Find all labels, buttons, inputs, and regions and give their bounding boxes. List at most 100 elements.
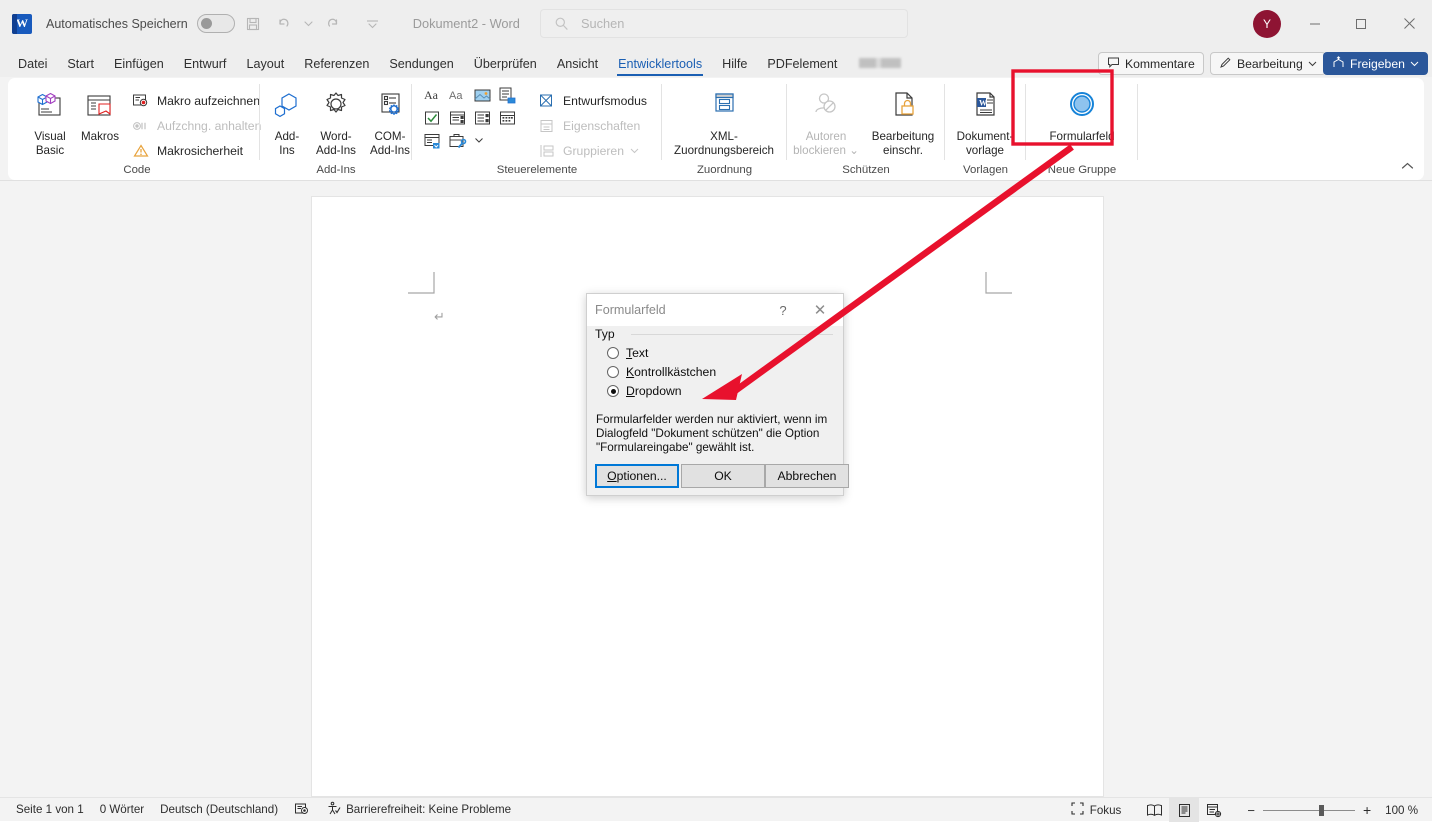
word-count[interactable]: 0 Wörter: [100, 803, 144, 816]
share-button[interactable]: Freigeben: [1323, 52, 1428, 75]
word-app-icon: W: [12, 13, 32, 34]
document-template-button[interactable]: W Dokument-vorlage: [945, 84, 1025, 157]
collapse-ribbon-button[interactable]: [1401, 158, 1414, 176]
legacy-tools-chevron-down-icon[interactable]: [474, 132, 484, 150]
record-macro-button[interactable]: Makro aufzeichnen: [130, 88, 260, 113]
visual-basic-label: Visual Basic: [34, 130, 66, 157]
zoom-slider[interactable]: − +: [1237, 802, 1371, 818]
tab-ansicht[interactable]: Ansicht: [547, 57, 608, 77]
restrict-editing-button[interactable]: Bearbeitung einschr.: [863, 84, 943, 157]
autosave-toggle[interactable]: [196, 14, 235, 33]
avatar[interactable]: Y: [1253, 10, 1281, 38]
save-button[interactable]: [239, 10, 267, 38]
accessibility-status[interactable]: Barrierefreiheit: Keine Probleme: [326, 801, 511, 819]
ok-button[interactable]: OK: [681, 464, 765, 488]
tab-sendungen[interactable]: Sendungen: [379, 57, 463, 77]
window-close-button[interactable]: [1386, 0, 1432, 47]
svg-text:W: W: [979, 99, 987, 108]
options-button[interactable]: Optionen...: [595, 464, 679, 488]
combo-box-content-control-icon[interactable]: [447, 107, 468, 128]
zoom-track[interactable]: [1262, 804, 1355, 816]
tab-entwicklertools[interactable]: Entwicklertools: [608, 57, 712, 77]
zoom-level[interactable]: 100 %: [1385, 804, 1418, 817]
add-ins-button[interactable]: Add- Ins: [264, 84, 310, 157]
building-block-gallery-icon[interactable]: [497, 84, 518, 105]
search-box[interactable]: Suchen: [540, 9, 908, 38]
checkbox-content-control-icon[interactable]: [422, 107, 443, 128]
zoom-out-button[interactable]: −: [1247, 803, 1255, 818]
form-field-dialog[interactable]: Formularfeld ? ✕ Typ Text Kontrollkästch…: [586, 293, 849, 496]
tab-einfuegen[interactable]: Einfügen: [104, 57, 174, 77]
rich-text-content-control-icon[interactable]: Aa: [422, 84, 443, 105]
language-indicator[interactable]: Deutsch (Deutschland): [160, 803, 278, 816]
plain-text-content-control-icon[interactable]: Aa: [447, 84, 468, 105]
margin-mark-top-right: [985, 272, 1012, 294]
tab-referenzen[interactable]: Referenzen: [294, 57, 379, 77]
visual-basic-button[interactable]: Visual Basic: [22, 84, 78, 157]
picture-content-control-icon[interactable]: [472, 84, 493, 105]
dialog-help-button[interactable]: ?: [769, 294, 797, 326]
undo-dropdown-icon[interactable]: [303, 10, 315, 38]
word-add-ins-button[interactable]: Word- Add-Ins: [308, 84, 364, 157]
group-label-steuerelemente: Steuerelemente: [496, 164, 578, 176]
ribbon-group-schuetzen: Autoren blockieren ⌄ Bearbeitung einschr. …: [787, 80, 945, 178]
undo-button[interactable]: [271, 10, 299, 38]
xml-mapping-pane-button[interactable]: XML- Zuordnungsbereich: [664, 84, 784, 157]
group-label-add-ins: Add-Ins: [316, 164, 356, 176]
document-page[interactable]: ↵: [311, 196, 1104, 797]
tab-pdfelement[interactable]: PDFelement: [757, 57, 847, 77]
tab-entwurf[interactable]: Entwurf: [174, 57, 237, 77]
content-controls-grid: Aa Aa: [422, 84, 522, 151]
read-mode-button[interactable]: [1139, 798, 1169, 822]
zoom-thumb[interactable]: [1318, 804, 1324, 816]
radio-text-label: Text: [626, 346, 649, 360]
dropdown-list-content-control-icon[interactable]: [472, 107, 493, 128]
macros-button[interactable]: Makros: [76, 84, 124, 144]
tab-start[interactable]: Start: [57, 57, 104, 77]
radio-text[interactable]: Text: [607, 346, 648, 360]
web-layout-button[interactable]: [1199, 798, 1229, 822]
document-template-label: Dokument-vorlage: [956, 130, 1014, 157]
macros-label: Makros: [80, 130, 119, 143]
radio-indicator[interactable]: [607, 385, 619, 397]
radio-kontrollkaestchen[interactable]: Kontrollkästchen: [607, 365, 716, 379]
form-field-button[interactable]: Formularfeld: [1030, 84, 1134, 144]
legacy-tools-icon[interactable]: [447, 130, 468, 151]
cancel-button[interactable]: Abbrechen: [765, 464, 849, 488]
type-group-label: Typ: [595, 327, 620, 341]
radio-indicator[interactable]: [607, 366, 619, 378]
radio-indicator[interactable]: [607, 347, 619, 359]
zoom-in-button[interactable]: +: [1363, 802, 1371, 818]
repeating-section-content-control-icon[interactable]: [422, 130, 443, 151]
com-add-ins-button[interactable]: COM- Add-Ins: [362, 84, 418, 157]
dialog-close-button[interactable]: ✕: [803, 294, 837, 326]
status-bar: Seite 1 von 1 0 Wörter Deutsch (Deutschl…: [0, 797, 1432, 822]
tab-obscured[interactable]: [859, 58, 902, 68]
chevron-down-icon: [1410, 57, 1419, 71]
design-mode-button[interactable]: Entwurfsmodus: [536, 88, 647, 113]
radio-dropdown[interactable]: Dropdown: [607, 384, 682, 398]
date-picker-content-control-icon[interactable]: [497, 107, 518, 128]
customize-qat-button[interactable]: [359, 10, 387, 38]
page-count[interactable]: Seite 1 von 1: [16, 803, 84, 816]
window-minimize-button[interactable]: [1292, 0, 1338, 47]
tab-datei[interactable]: Datei: [8, 57, 57, 77]
group-label-schuetzen: Schützen: [842, 164, 890, 176]
redo-button[interactable]: [319, 10, 347, 38]
editing-mode-button[interactable]: Bearbeitung: [1210, 52, 1326, 75]
proofing-status-icon[interactable]: [294, 802, 310, 817]
macro-security-button[interactable]: Makrosicherheit: [130, 138, 243, 163]
tab-hilfe[interactable]: Hilfe: [712, 57, 757, 77]
word-add-ins-label: Word- Add-Ins: [316, 130, 356, 157]
comments-button[interactable]: Kommentare: [1098, 52, 1204, 75]
print-layout-button[interactable]: [1169, 798, 1200, 822]
window-maximize-button[interactable]: [1338, 0, 1384, 47]
pencil-icon: [1219, 56, 1232, 72]
tab-layout[interactable]: Layout: [236, 57, 294, 77]
tab-ueberpruefen[interactable]: Überprüfen: [464, 57, 547, 77]
chevron-down-icon: ⌄: [849, 143, 859, 157]
focus-mode-button[interactable]: Fokus: [1070, 801, 1121, 819]
ribbon-group-add-ins: Add- Ins Word- Add-Ins COM- Add-Ins Add-…: [260, 80, 412, 178]
macro-security-label: Makrosicherheit: [157, 143, 244, 158]
radio-kontrollkaestchen-label: Kontrollkästchen: [626, 365, 717, 379]
